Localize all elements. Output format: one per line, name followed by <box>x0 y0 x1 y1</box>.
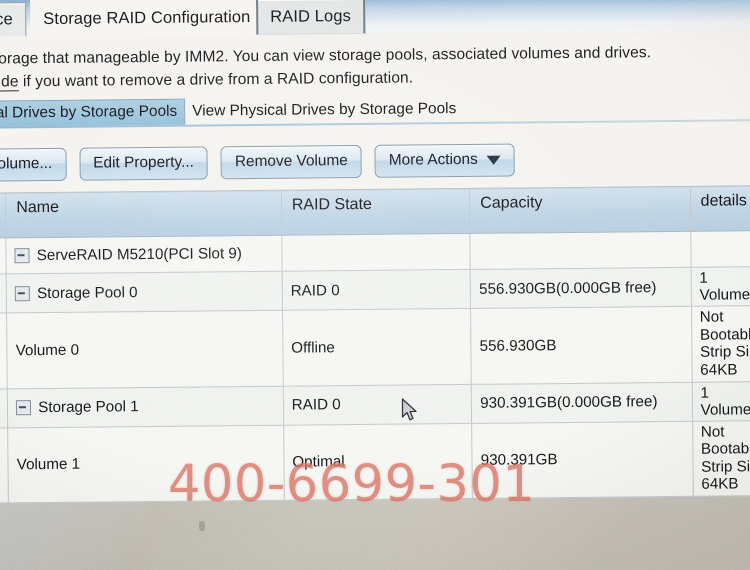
row-details-cell: 1 Volume(s) <box>691 380 750 421</box>
subtab-view-logical-drives[interactable]: ew Logical Drives by Storage Pools <box>0 98 186 128</box>
row-name-cell: Volume 0 <box>6 310 284 389</box>
column-header-capacity[interactable]: Capacity <box>469 186 691 234</box>
row-name-label: ServeRAID M5210(PCI Slot 9) <box>36 245 242 265</box>
column-header-details[interactable]: details <box>689 185 750 232</box>
guide-link[interactable]: guide <box>0 73 19 92</box>
screen-dust-speck <box>199 521 205 531</box>
tab-storage-raid-configuration-label: Storage RAID Configuration <box>43 8 251 29</box>
create-volume-label: Create Volume... <box>0 154 53 173</box>
row-name-cell: ServeRAID M5210(PCI Slot 9) <box>6 235 282 274</box>
row-details-cell: 1 Volume(s) <box>690 266 750 307</box>
tab-storage-raid-configuration[interactable]: Storage RAID Configuration <box>30 0 264 40</box>
row-details-cell: Not Bootable, Strip Size 64KB <box>691 305 750 382</box>
content-panel: play the storage that manageable by IMM2… <box>0 33 750 504</box>
remove-volume-label: Remove Volume <box>234 152 348 171</box>
row-raid-state-cell: RAID 0 <box>283 383 472 425</box>
row-details-cell: Not Bootable, Strip Size 64KB <box>692 419 750 497</box>
row-raid-state-cell: RAID 0 <box>281 269 471 311</box>
row-raid-state-cell: Offline <box>282 308 472 386</box>
photographed-screen: sical Resource Storage RAID Configuratio… <box>0 0 750 570</box>
tree-collapse-icon[interactable] <box>15 286 31 302</box>
row-capacity-cell <box>470 231 691 270</box>
row-capacity-cell: 556.930GB(0.000GB free) <box>470 267 692 309</box>
row-name-cell: Storage Pool 1 <box>7 385 284 428</box>
action-toolbar: Create Volume... Edit Property... Remove… <box>0 143 515 183</box>
description-line-2: ow this guide if you want to remove a dr… <box>0 69 413 92</box>
subtab-view-physical-drives[interactable]: View Physical Drives by Storage Pools <box>185 97 463 125</box>
table-row[interactable]: Volume 0 Offline 556.930GB Not Bootable,… <box>0 305 750 390</box>
table-header-row: Name RAID State Capacity details <box>0 185 750 239</box>
mouse-cursor-icon <box>401 398 417 421</box>
row-details-cell <box>690 230 750 268</box>
row-name-cell: Storage Pool 0 <box>6 271 283 313</box>
row-capacity-cell: 556.930GB <box>470 306 692 384</box>
phone-watermark: 400-6699-301 <box>168 455 536 514</box>
edit-property-button[interactable]: Edit Property... <box>79 146 209 181</box>
more-actions-button[interactable]: More Actions <box>374 143 515 178</box>
edit-property-label: Edit Property... <box>93 153 194 172</box>
tab-raid-logs-label: RAID Logs <box>270 6 351 26</box>
more-actions-label: More Actions <box>388 150 478 169</box>
subtab-view-logical-drives-label: ew Logical Drives by Storage Pools <box>0 102 178 122</box>
description-line-2-suffix: if you want to remove a drive from a RAI… <box>22 69 414 91</box>
row-raid-state-cell <box>281 233 471 272</box>
column-header-raid-state[interactable]: RAID State <box>281 188 471 236</box>
tree-collapse-icon[interactable] <box>16 400 32 416</box>
tab-physical-resource[interactable]: sical Resource <box>0 2 26 38</box>
subtab-view-physical-drives-label: View Physical Drives by Storage Pools <box>192 100 457 120</box>
create-volume-button[interactable]: Create Volume... <box>0 147 67 183</box>
column-header-name[interactable]: Name <box>5 190 282 238</box>
tab-raid-logs[interactable]: RAID Logs <box>256 0 366 35</box>
chevron-down-icon <box>486 155 501 165</box>
row-capacity-cell: 930.391GB(0.000GB free) <box>471 381 693 423</box>
tree-collapse-icon[interactable] <box>14 248 30 264</box>
tab-physical-resource-label: sical Resource <box>0 10 13 29</box>
table-header: Name RAID State Capacity details <box>0 185 750 239</box>
row-name-label: Storage Pool 0 <box>37 283 138 302</box>
row-name-label: Storage Pool 1 <box>38 398 139 417</box>
description-line-1: play the storage that manageable by IMM2… <box>0 44 652 68</box>
remove-volume-button[interactable]: Remove Volume <box>220 144 362 180</box>
imm2-storage-page: sical Resource Storage RAID Configuratio… <box>0 0 750 504</box>
